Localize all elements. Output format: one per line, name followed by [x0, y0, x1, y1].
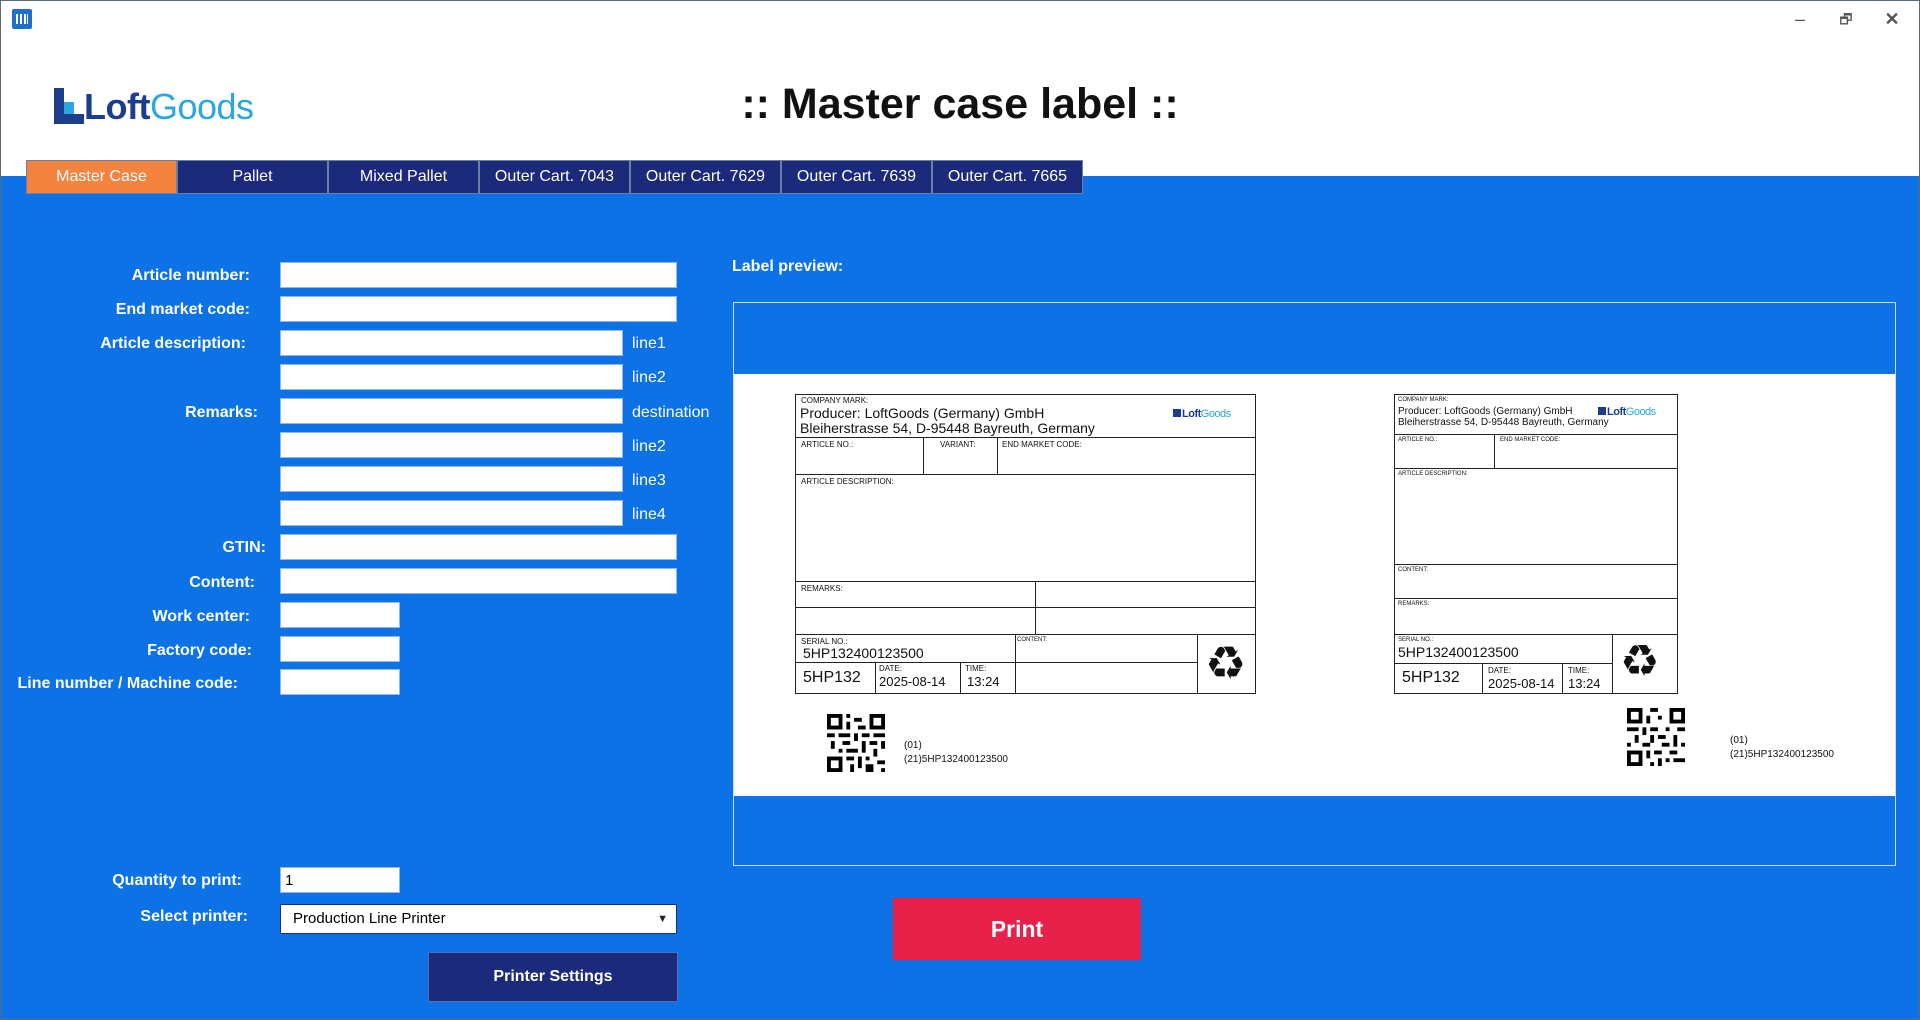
small-remarks-label: REMARKS: [1398, 601, 1430, 607]
work-center-label: Work center: [152, 608, 250, 625]
large-content-label: CONTENT: [1017, 637, 1047, 643]
small-article-desc-label: ARTICLE DESCRIPTION: [1398, 471, 1468, 477]
print-button[interactable]: Print [893, 898, 1141, 960]
small-short-code: 5HP132 [1402, 669, 1460, 686]
small-recycle-icon: ♻ [1620, 637, 1660, 686]
tab-pallet[interactable]: Pallet [177, 160, 328, 194]
small-time-value: 13:24 [1568, 676, 1601, 691]
large-ai21-text: (21)5HP132400123500 [904, 754, 1008, 765]
tab-outer-cart-7629[interactable]: Outer Cart. 7629 [630, 160, 781, 194]
article-number-input[interactable] [280, 262, 677, 288]
large-article-no-label: ARTICLE NO.: [801, 440, 854, 449]
large-qr-icon [827, 714, 885, 772]
article-description-line1-input[interactable] [280, 330, 623, 356]
line-number-label: Line number / Machine code: [17, 675, 238, 692]
logo-mark [50, 88, 86, 124]
large-producer-text: Producer: LoftGoods (Germany) GmbH [800, 405, 1045, 421]
tab-bar: Master Case Pallet Mixed Pallet Outer Ca… [26, 160, 1083, 194]
remarks-line2-suffix: line2 [632, 438, 666, 455]
tab-mixed-pallet[interactable]: Mixed Pallet [328, 160, 479, 194]
large-variant-label: VARIANT: [940, 440, 976, 449]
work-center-input[interactable] [280, 602, 400, 628]
small-label: COMPANY MARK: Producer: LoftGoods (Germa… [1394, 394, 1678, 694]
small-serial-label: SERIAL NO.: [1398, 637, 1434, 643]
large-end-market-label: END MARKET CODE: [1002, 440, 1082, 449]
remarks-line2-input[interactable] [280, 432, 623, 458]
factory-code-input[interactable] [280, 636, 400, 662]
printer-select[interactable]: Production Line Printer ▼ [280, 904, 677, 934]
remarks-line3-suffix: line3 [632, 472, 666, 489]
small-company-mark-label: COMPANY MARK: [1398, 397, 1449, 403]
logo-text: LoftGoods [84, 86, 254, 127]
gtin-label: GTIN: [222, 539, 266, 556]
end-market-code-label: End market code: [115, 301, 250, 318]
article-number-label: Article number: [131, 267, 250, 284]
quantity-input[interactable] [280, 867, 400, 893]
small-time-label: TIME: [1568, 666, 1590, 675]
large-ai01-text: (01) [904, 740, 922, 751]
small-producer-text: Producer: LoftGoods (Germany) GmbH [1398, 406, 1573, 417]
small-article-no-label: ARTICLE NO.: [1398, 437, 1438, 443]
title-bar: – 🗗 ✕ [0, 0, 1920, 40]
small-ai21-text: (21)5HP132400123500 [1730, 749, 1834, 760]
large-time-value: 13:24 [967, 674, 1000, 689]
large-address-text: Bleiherstrasse 54, D-95448 Bayreuth, Ger… [800, 420, 1095, 436]
large-label: COMPANY MARK: Producer: LoftGoods (Germa… [795, 394, 1256, 694]
small-end-market-label: END MARKET CODE: [1500, 437, 1560, 443]
close-button[interactable]: ✕ [1872, 4, 1912, 34]
tab-outer-cart-7639[interactable]: Outer Cart. 7639 [781, 160, 932, 194]
remarks-destination-input[interactable] [280, 398, 623, 424]
large-serial-value: 5HP132400123500 [803, 645, 924, 661]
small-date-value: 2025-08-14 [1488, 676, 1555, 691]
small-address-text: Bleiherstrasse 54, D-95448 Bayreuth, Ger… [1398, 417, 1609, 428]
factory-code-label: Factory code: [147, 642, 252, 659]
remarks-line4-input[interactable] [280, 500, 623, 526]
end-market-code-input[interactable] [280, 296, 677, 322]
app-icon [12, 9, 32, 29]
line-number-input[interactable] [280, 669, 400, 695]
preview-title: Label preview: [732, 258, 844, 275]
tab-outer-cart-7043[interactable]: Outer Cart. 7043 [479, 160, 630, 194]
small-label-logo: LoftGoods [1598, 406, 1656, 418]
large-short-code: 5HP132 [803, 669, 861, 686]
article-description-label: Article description: [100, 335, 246, 352]
large-time-label: TIME: [965, 664, 987, 673]
large-label-logo: LoftGoods [1173, 408, 1231, 420]
quantity-label: Quantity to print: [112, 872, 242, 889]
label-paper: COMPANY MARK: Producer: LoftGoods (Germa… [734, 374, 1895, 796]
small-date-label: DATE: [1488, 666, 1511, 675]
printer-select-value: Production Line Printer [293, 910, 446, 927]
line1-suffix: line1 [632, 335, 666, 352]
chevron-down-icon: ▼ [657, 913, 668, 925]
destination-suffix: destination [632, 404, 710, 421]
small-serial-value: 5HP132400123500 [1398, 644, 1519, 660]
remarks-line4-suffix: line4 [632, 506, 666, 523]
remarks-label: Remarks: [185, 404, 258, 421]
printer-settings-button[interactable]: Printer Settings [428, 952, 678, 1002]
line2-suffix: line2 [632, 369, 666, 386]
small-ai01-text: (01) [1730, 735, 1748, 746]
remarks-line3-input[interactable] [280, 466, 623, 492]
large-article-desc-label: ARTICLE DESCRIPTION: [801, 477, 894, 486]
tab-outer-cart-7665[interactable]: Outer Cart. 7665 [932, 160, 1083, 194]
select-printer-label: Select printer: [140, 908, 248, 925]
large-remarks-label: REMARKS: [801, 584, 843, 593]
minimize-button[interactable]: – [1780, 4, 1820, 34]
large-date-value: 2025-08-14 [879, 674, 946, 689]
content-input[interactable] [280, 568, 677, 594]
small-qr-icon [1627, 708, 1685, 766]
large-recycle-icon: ♻ [1205, 637, 1247, 689]
content-label: Content: [189, 574, 255, 591]
large-company-mark-label: COMPANY MARK: [801, 396, 869, 405]
restore-button[interactable]: 🗗 [1826, 4, 1866, 34]
gtin-input[interactable] [280, 534, 677, 560]
small-content-label: CONTENT: [1398, 567, 1428, 573]
page-title: :: Master case label :: [741, 80, 1179, 128]
tab-master-case[interactable]: Master Case [26, 160, 177, 194]
article-description-line2-input[interactable] [280, 364, 623, 390]
large-date-label: DATE: [879, 664, 902, 673]
